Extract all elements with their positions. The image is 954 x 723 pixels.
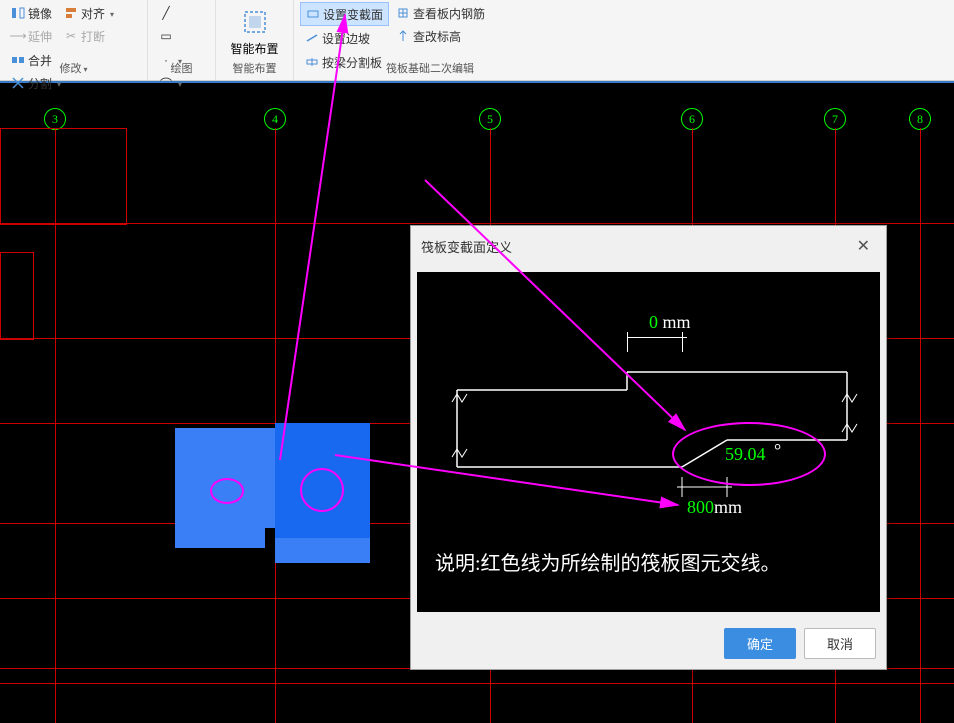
annotation-circle	[300, 468, 344, 512]
set-slope-button[interactable]: 设置边坡	[300, 27, 389, 49]
break-icon: ✂	[64, 29, 78, 43]
grid-bubble-3: 3	[44, 108, 66, 130]
group-label-smart: 智能布置	[216, 58, 293, 78]
smart-layout-icon	[239, 6, 271, 38]
view-rebar-label: 查看板内钢筋	[413, 5, 485, 22]
ribbon-group-smart: 智能布置 智能布置	[216, 0, 294, 80]
line-icon: ╱	[159, 6, 173, 20]
section-icon	[306, 7, 320, 21]
grid-line-v-8	[920, 128, 921, 723]
grid-line-h-7	[0, 683, 954, 684]
dialog-note: 说明:红色线为所绘制的筏板图元交线。	[435, 547, 781, 576]
ok-button[interactable]: 确定	[724, 628, 796, 659]
grid-bubble-4: 4	[264, 108, 286, 130]
mirror-button[interactable]: 镜像	[6, 2, 57, 24]
group-label-edit: 筏板基础二次编辑	[294, 58, 566, 78]
line-tool[interactable]: ╱	[154, 2, 178, 24]
extend-button: ⟶ 延伸	[6, 25, 57, 47]
extend-icon: ⟶	[11, 29, 25, 43]
dialog-close-button[interactable]: ✕	[851, 234, 876, 258]
raft-element[interactable]	[275, 538, 370, 563]
grid-bubble-7: 7	[824, 108, 846, 130]
rebar-icon	[396, 6, 410, 20]
annotation-circle	[210, 478, 244, 504]
raft-element[interactable]	[175, 528, 265, 548]
smart-layout-label: 智能布置	[230, 40, 278, 57]
grid-bubble-8: 8	[909, 108, 931, 130]
group-label-modify[interactable]: 修改	[0, 58, 147, 78]
elev-icon	[396, 29, 410, 43]
break-button: ✂ 打断	[59, 25, 119, 47]
break-label: 打断	[81, 28, 105, 45]
set-section-label: 设置变截面	[323, 6, 383, 23]
rect-tool[interactable]: ▭	[154, 25, 178, 47]
change-elev-button[interactable]: 查改标高	[391, 25, 490, 47]
set-section-button[interactable]: 设置变截面	[300, 2, 389, 26]
ribbon-group-draw: ╱ ▭ · ⌒ 绘图	[148, 0, 216, 80]
section-definition-dialog: 筏板变截面定义 ✕ 0 mm	[410, 225, 887, 670]
annotation-ellipse	[672, 422, 826, 486]
align-button[interactable]: 对齐	[59, 2, 119, 24]
dim-bottom-value[interactable]: 800	[687, 497, 714, 517]
mirror-icon	[11, 6, 25, 20]
mirror-label: 镜像	[28, 5, 52, 22]
align-label: 对齐	[81, 5, 105, 22]
split-icon	[11, 76, 25, 90]
rect-icon: ▭	[159, 29, 173, 43]
extend-label: 延伸	[28, 28, 52, 45]
view-rebar-button[interactable]: 查看板内钢筋	[391, 2, 490, 24]
outline-rect	[0, 252, 34, 340]
set-slope-label: 设置边坡	[322, 30, 370, 47]
grid-bubble-6: 6	[681, 108, 703, 130]
grid-bubble-5: 5	[479, 108, 501, 130]
cancel-button[interactable]: 取消	[804, 628, 876, 659]
ribbon-group-edit: 设置变截面 设置边坡 查看板内钢筋 查改标高	[294, 0, 566, 80]
dim-bottom-unit: mm	[714, 497, 742, 517]
dialog-title: 筏板变截面定义	[421, 237, 512, 256]
ribbon-toolbar: 镜像 ⟶ 延伸 对齐 ✂ 打断	[0, 0, 954, 81]
section-preview-canvas: 0 mm	[417, 272, 880, 612]
smart-layout-button[interactable]: 智能布置	[222, 2, 287, 61]
grid-line-h-1	[0, 223, 954, 224]
change-elev-label: 查改标高	[413, 28, 461, 45]
group-label-draw: 绘图	[148, 58, 215, 78]
slope-icon	[305, 31, 319, 45]
arc-icon: ⌒	[159, 76, 173, 90]
dialog-titlebar[interactable]: 筏板变截面定义 ✕	[411, 226, 886, 266]
outline-rect	[0, 128, 127, 225]
ribbon-group-modify: 镜像 ⟶ 延伸 对齐 ✂ 打断	[0, 0, 148, 80]
dialog-footer: 确定 取消	[411, 618, 886, 669]
align-icon	[64, 6, 78, 20]
